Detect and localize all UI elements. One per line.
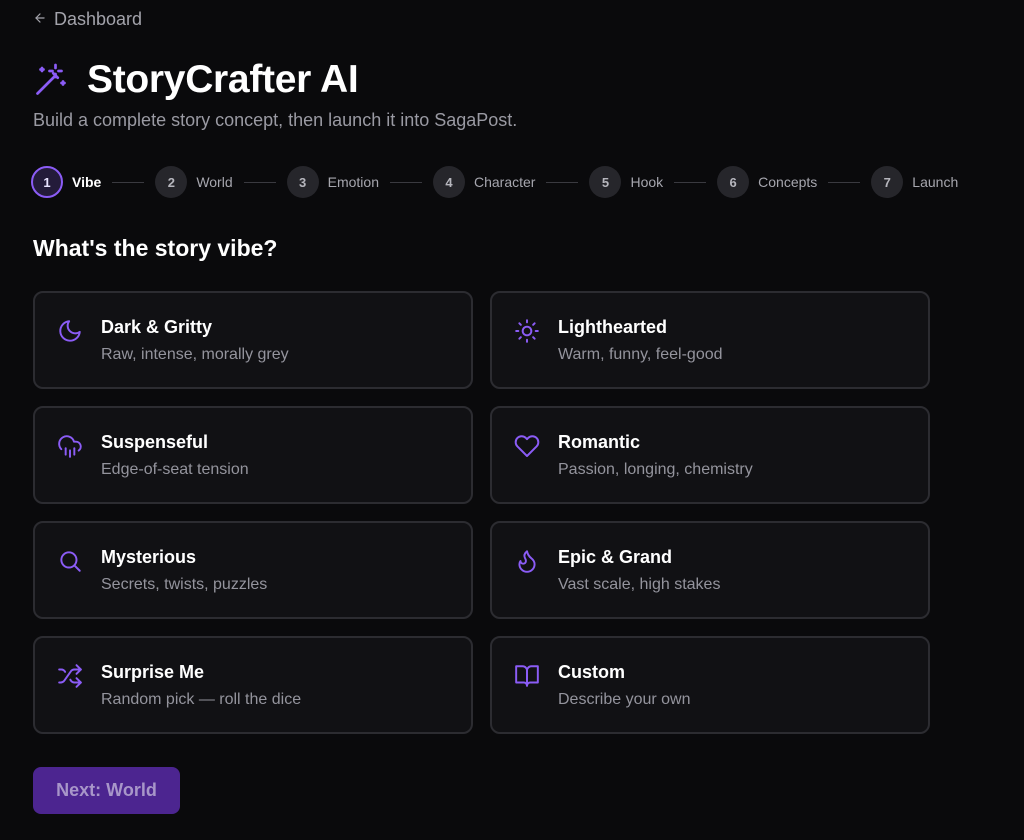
vibe-option-mysterious[interactable]: Mysterious Secrets, twists, puzzles: [33, 521, 473, 619]
step-label: Hook: [630, 174, 664, 190]
step-connector: [112, 181, 145, 183]
step-connector: [546, 181, 579, 183]
step-label: Concepts: [758, 174, 818, 190]
vibe-option-lighthearted[interactable]: Lighthearted Warm, funny, feel-good: [490, 291, 930, 389]
step-label: Emotion: [327, 174, 379, 190]
page-subtitle: Build a complete story concept, then lau…: [33, 110, 518, 130]
step-launch[interactable]: 7 Launch: [871, 166, 958, 198]
step-hook[interactable]: 5 Hook: [589, 166, 663, 198]
page-title: StoryCrafter AI: [87, 58, 359, 101]
flame-icon: [514, 548, 540, 574]
step-connector: [389, 181, 422, 183]
cloud-rain-icon: [57, 433, 83, 459]
back-link-label: Dashboard: [54, 9, 143, 29]
vibe-option-custom[interactable]: Custom Describe your own: [490, 636, 930, 734]
option-title: Romantic: [558, 432, 641, 452]
step-concepts[interactable]: 6 Concepts: [717, 166, 817, 198]
step-number: 6: [717, 166, 750, 198]
step-connector: [674, 181, 707, 183]
option-title: Dark & Gritty: [101, 317, 213, 337]
vibe-option-surprise-me[interactable]: Surprise Me Random pick — roll the dice: [33, 636, 473, 734]
step-number: 4: [432, 166, 465, 198]
option-title: Epic & Grand: [558, 547, 673, 567]
step-connector: [243, 181, 276, 183]
option-title: Mysterious: [101, 547, 197, 567]
option-description: Raw, intense, morally grey: [101, 346, 289, 363]
option-description: Secrets, twists, puzzles: [101, 576, 268, 593]
option-description: Warm, funny, feel-good: [558, 346, 723, 363]
wizard-stepper: 1 Vibe 2 World 3 Emotion 4 Character 5 H…: [31, 166, 958, 198]
step-character[interactable]: 4 Character: [432, 166, 536, 198]
option-title: Lighthearted: [558, 317, 668, 337]
arrow-left-icon: [33, 9, 47, 30]
step-label: Launch: [912, 174, 959, 190]
step-number: 1: [31, 166, 63, 198]
moon-icon: [57, 318, 83, 344]
step-label: Vibe: [72, 174, 102, 190]
shuffle-icon: [57, 663, 83, 689]
search-icon: [57, 548, 83, 574]
sun-icon: [514, 318, 540, 344]
option-title: Suspenseful: [101, 432, 209, 452]
next-world-button[interactable]: Next: World: [33, 767, 180, 814]
book-open-icon: [514, 663, 540, 689]
step-number: 7: [871, 166, 904, 198]
page-header: StoryCrafter AI: [33, 58, 359, 102]
step-vibe[interactable]: 1 Vibe: [31, 166, 101, 198]
story-crafter-page: Dashboard StoryCrafter AI Build a comple…: [0, 0, 1024, 840]
vibe-option-epic-grand[interactable]: Epic & Grand Vast scale, high stakes: [490, 521, 930, 619]
option-title: Surprise Me: [101, 662, 205, 682]
vibe-options-grid: Dark & Gritty Raw, intense, morally grey…: [33, 291, 930, 734]
option-title: Custom: [558, 662, 625, 682]
step-question: What's the story vibe?: [33, 235, 278, 261]
step-emotion[interactable]: 3 Emotion: [286, 166, 379, 198]
step-number: 2: [155, 166, 188, 198]
vibe-option-romantic[interactable]: Romantic Passion, longing, chemistry: [490, 406, 930, 504]
step-number: 5: [589, 166, 622, 198]
step-label: World: [196, 174, 233, 190]
option-description: Describe your own: [558, 691, 691, 708]
back-to-dashboard-link[interactable]: Dashboard: [33, 9, 142, 30]
step-connector: [828, 181, 861, 183]
option-description: Vast scale, high stakes: [558, 576, 721, 593]
heart-icon: [514, 433, 540, 459]
magic-wand-icon: [33, 62, 69, 98]
option-description: Random pick — roll the dice: [101, 691, 302, 708]
option-description: Edge-of-seat tension: [101, 461, 249, 478]
step-label: Character: [473, 174, 536, 190]
vibe-option-dark-gritty[interactable]: Dark & Gritty Raw, intense, morally grey: [33, 291, 473, 389]
step-world[interactable]: 2 World: [155, 166, 233, 198]
step-number: 3: [286, 166, 319, 198]
vibe-option-suspenseful[interactable]: Suspenseful Edge-of-seat tension: [33, 406, 473, 504]
option-description: Passion, longing, chemistry: [558, 461, 753, 478]
